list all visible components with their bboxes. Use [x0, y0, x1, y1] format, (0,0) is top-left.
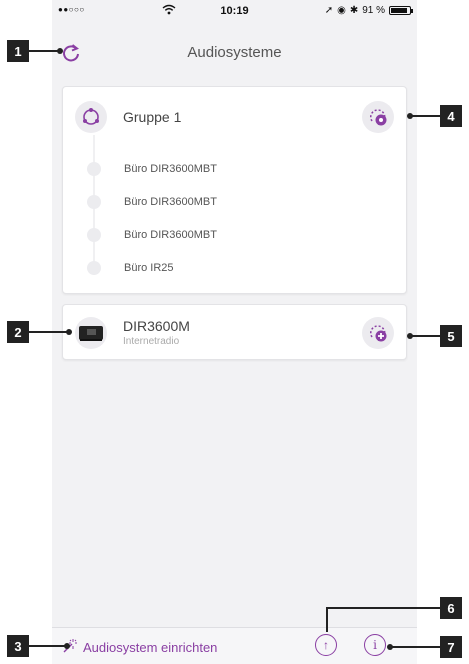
callout-2-dot: [66, 329, 72, 335]
member-dot: [87, 228, 101, 242]
member-label: Büro DIR3600MBT: [124, 163, 217, 175]
callout-2-leader: [29, 331, 69, 333]
radio-device-icon: [75, 317, 107, 349]
callout-7-leader: [390, 646, 440, 648]
member-label: Büro DIR3600MBT: [124, 229, 217, 241]
bottom-toolbar: Audiosystem einrichten ↑ i: [52, 627, 417, 664]
location-icon: ➚: [324, 5, 334, 16]
callout-4-dot: [407, 113, 413, 119]
callout-4-leader: [410, 115, 440, 117]
bluetooth-icon: ✱: [349, 5, 359, 16]
callout-5-dot: [407, 333, 413, 339]
member-dot: [87, 195, 101, 209]
group-member[interactable]: Büro DIR3600MBT: [87, 159, 387, 179]
battery-icon: [389, 6, 413, 15]
device-card[interactable]: DIR3600M Internetradio: [62, 304, 407, 360]
status-bar: ●●○○○ 10:19 ➚ ◉ ✱ 91 %: [52, 0, 417, 24]
group-member[interactable]: Büro DIR3600MBT: [87, 225, 387, 245]
member-label: Büro IR25: [124, 262, 174, 274]
device-subtitle: Internetradio: [123, 336, 180, 347]
add-to-group-icon[interactable]: [362, 317, 394, 349]
callout-7: 7: [440, 636, 462, 658]
battery-percent: 91 %: [362, 5, 385, 16]
setup-audiosystem-button[interactable]: Audiosystem einrichten: [62, 638, 217, 657]
page-title: Audiosysteme: [187, 44, 282, 61]
callout-6-leader-vertical: [326, 607, 328, 632]
callout-5: 5: [440, 325, 462, 347]
group-member[interactable]: Büro IR25: [87, 258, 387, 278]
alarm-icon: ◉: [337, 5, 346, 16]
callout-1-leader: [29, 50, 60, 52]
info-icon[interactable]: i: [364, 634, 386, 656]
device-name: DIR3600M: [123, 318, 190, 334]
group-settings-icon[interactable]: [362, 101, 394, 133]
callout-1-dot: [57, 48, 63, 54]
group-member[interactable]: Büro DIR3600MBT: [87, 192, 387, 212]
upload-icon[interactable]: ↑: [315, 634, 337, 656]
group-card[interactable]: Gruppe 1 Büro DIR3600MBT Büro DIR3600MBT…: [62, 86, 407, 294]
member-dot: [87, 261, 101, 275]
status-right: ➚ ◉ ✱ 91 %: [324, 5, 413, 16]
group-title: Gruppe 1: [123, 109, 182, 125]
nav-bar: Audiosysteme: [52, 28, 417, 72]
callout-4: 4: [440, 105, 462, 127]
callout-3-leader: [29, 645, 67, 647]
callout-2: 2: [7, 321, 29, 343]
phone-screen: ●●○○○ 10:19 ➚ ◉ ✱ 91 % Audiosysteme Grup…: [52, 0, 417, 664]
callout-6-leader: [326, 607, 440, 609]
callout-3: 3: [7, 635, 29, 657]
callout-7-dot: [387, 644, 393, 650]
group-icon: [75, 101, 107, 133]
callout-3-dot: [64, 643, 70, 649]
callout-6: 6: [440, 597, 462, 619]
callout-5-leader: [410, 335, 440, 337]
member-label: Büro DIR3600MBT: [124, 196, 217, 208]
member-dot: [87, 162, 101, 176]
setup-audiosystem-label: Audiosystem einrichten: [83, 640, 218, 655]
callout-1: 1: [7, 40, 29, 62]
